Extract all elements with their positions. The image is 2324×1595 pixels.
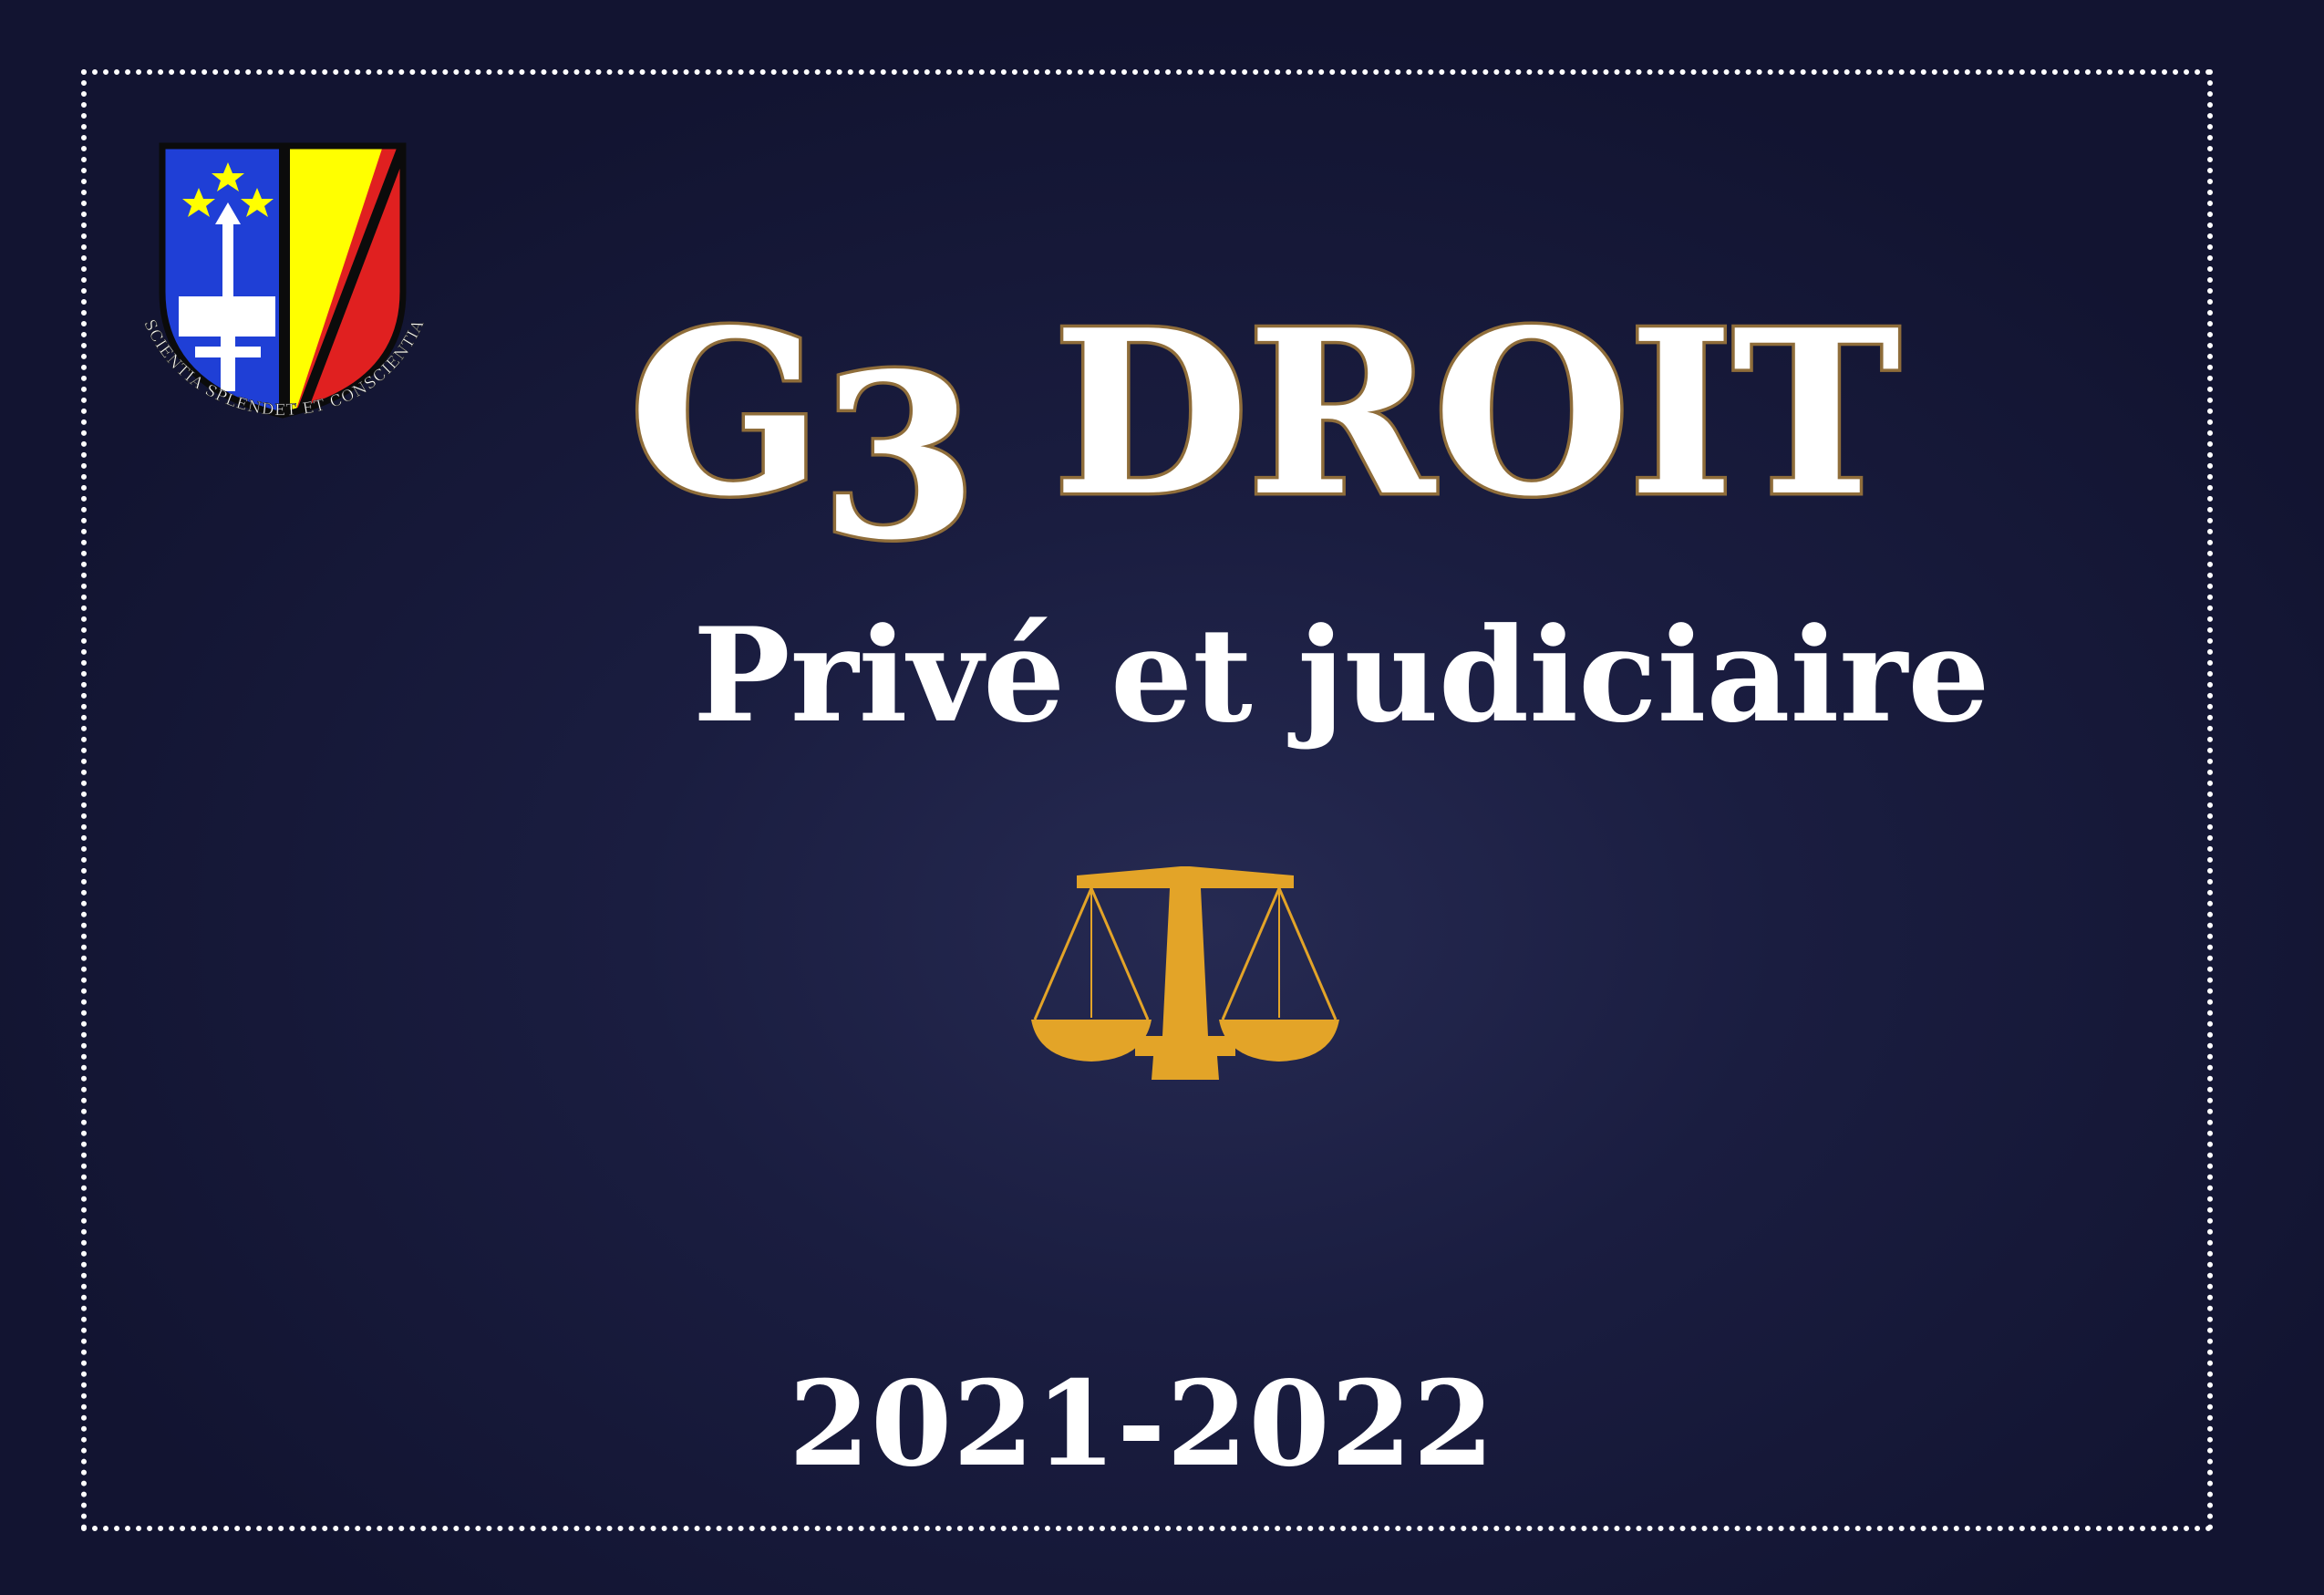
- title-word-droit: DROIT: [976, 281, 1904, 546]
- title-number-3: 3: [817, 325, 981, 590]
- cover-page: SCIENTIA SPLENDET ET CONSCIENTIA G3 DROI…: [0, 0, 2324, 1595]
- title-letter-g: G: [626, 281, 826, 546]
- academic-year: 2021-2022: [789, 1356, 1495, 1493]
- page-title: G3 DROIT: [0, 297, 2324, 574]
- page-subtitle: Privé et judiciaire: [693, 600, 1990, 751]
- scales-of-justice-icon: [1026, 857, 1345, 1094]
